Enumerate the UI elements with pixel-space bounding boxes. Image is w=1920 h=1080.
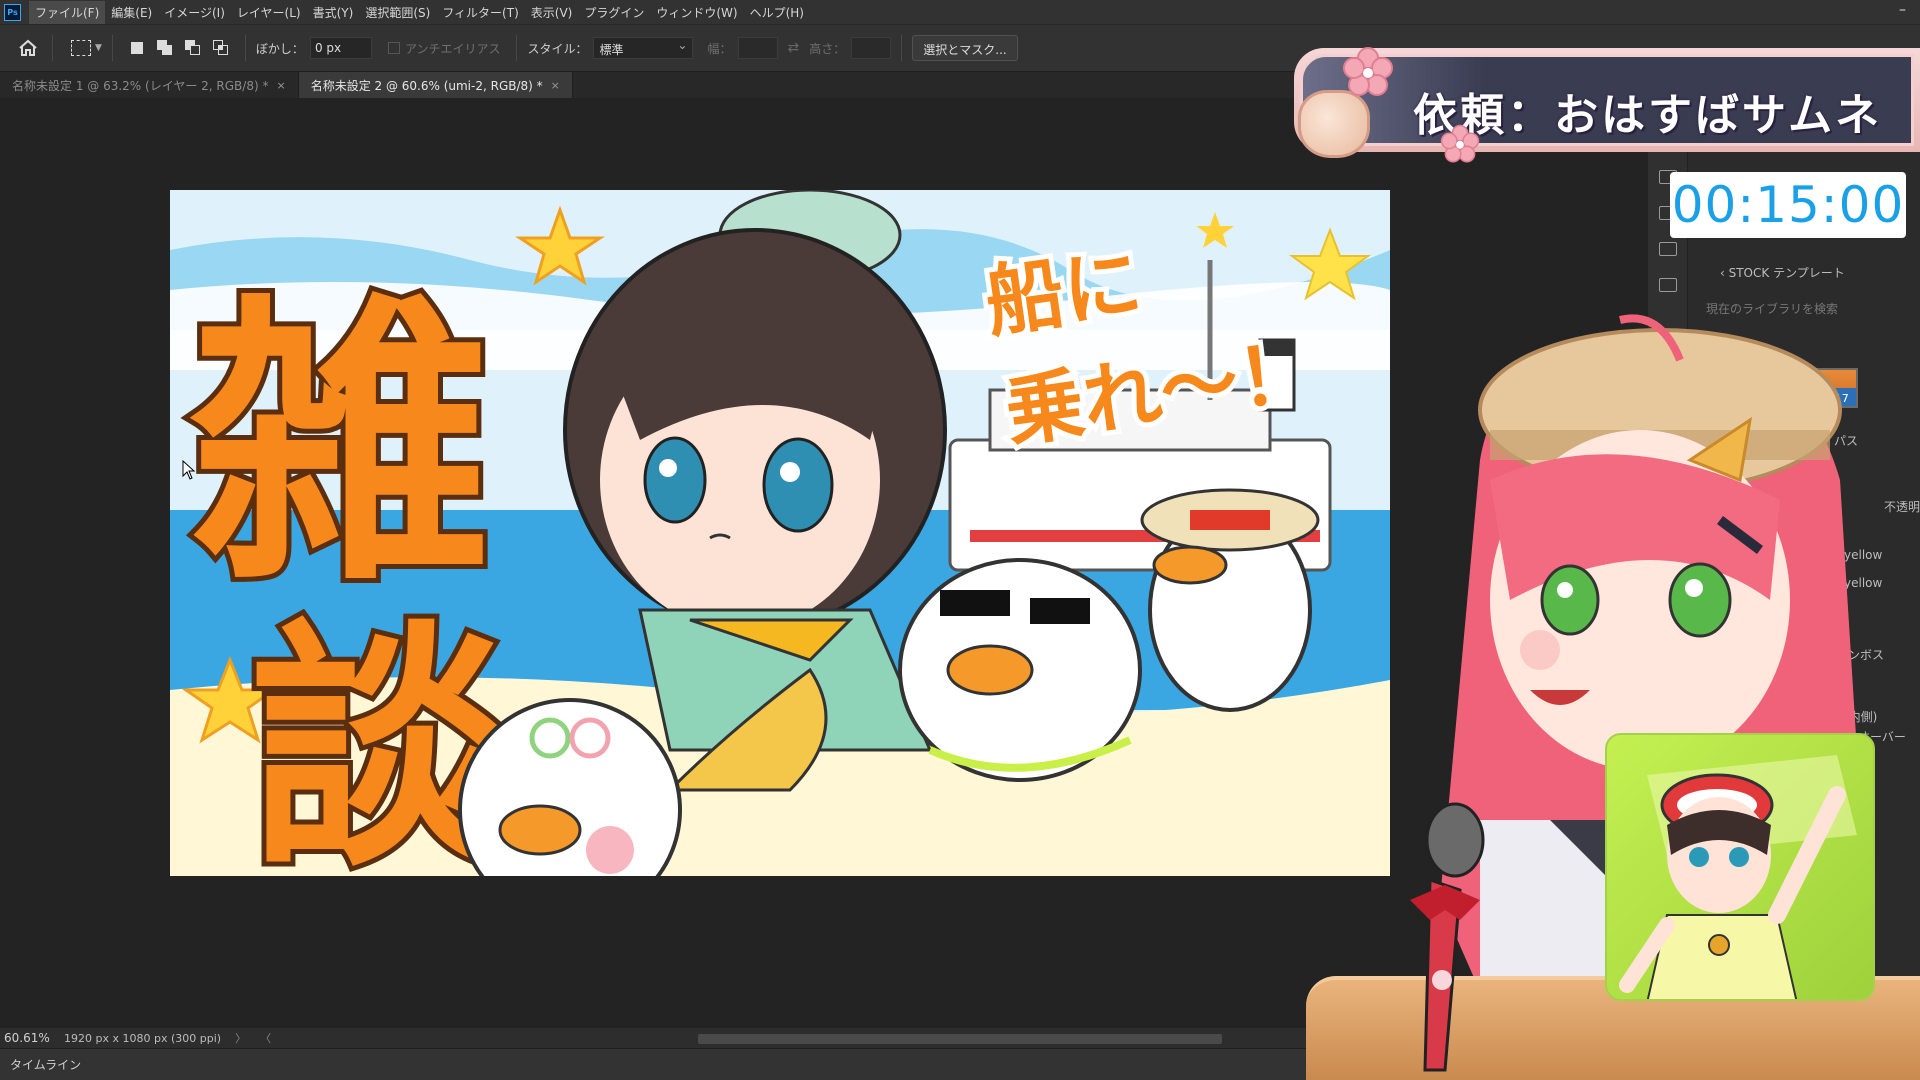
- width-input[interactable]: [737, 37, 778, 59]
- minimize-icon[interactable]: –: [1899, 2, 1906, 18]
- menu-bar: Ps ファイル(F) 編集(E) イメージ(I) レイヤー(L) 書式(Y) 選…: [0, 0, 1920, 24]
- height-label: 高さ：: [809, 41, 846, 56]
- subtract-selection-icon[interactable]: [184, 40, 201, 56]
- width-label: 幅：: [707, 41, 732, 56]
- home-icon[interactable]: [14, 34, 42, 62]
- timer-value: 00:15:00: [1671, 176, 1905, 234]
- separator: [244, 35, 246, 61]
- rectangular-marquee-icon[interactable]: [71, 40, 91, 56]
- svg-text:雑: 雑: [185, 272, 490, 621]
- tab-label: 名称未設定 1 @ 63.2% (レイヤー 2, RGB/8) *: [12, 78, 269, 93]
- libraries-icon[interactable]: [1658, 242, 1677, 256]
- mouse-cursor-icon: [182, 459, 196, 484]
- add-selection-icon[interactable]: [156, 40, 173, 56]
- antialias-label: アンチエイリアス: [404, 41, 501, 56]
- sakura-icon: [1440, 124, 1480, 168]
- chevron-right-icon[interactable]: 〉: [235, 1030, 246, 1046]
- stock-templates-link[interactable]: ‹ STOCK テンプレート: [1720, 264, 1845, 281]
- menu-layer[interactable]: レイヤー(L): [231, 1, 307, 24]
- document-canvas[interactable]: 雑 談 船に 乗れ〜！: [170, 190, 1390, 876]
- layers-icon[interactable]: [1658, 278, 1677, 292]
- menu-plugins[interactable]: プラグイン: [578, 1, 650, 24]
- countdown-timer: 00:15:00: [1670, 172, 1906, 238]
- photoshop-app-icon: Ps: [4, 3, 21, 21]
- style-label: スタイル：: [527, 41, 588, 56]
- antialias-checkbox[interactable]: [387, 42, 400, 54]
- separator: [111, 35, 113, 61]
- swap-icon[interactable]: ⇄: [788, 40, 800, 56]
- menu-type[interactable]: 書式(Y): [307, 1, 360, 24]
- menu-image[interactable]: イメージ(I): [158, 1, 231, 24]
- zoom-level[interactable]: 60.61%: [4, 1031, 64, 1045]
- menu-view[interactable]: 表示(V): [525, 1, 579, 24]
- tab-document-2[interactable]: 名称未設定 2 @ 60.6% (umi-2, RGB/8) * ×: [298, 72, 573, 98]
- chevron-down-icon[interactable]: ▼: [95, 43, 102, 53]
- tab-label: 名称未設定 2 @ 60.6% (umi-2, RGB/8) *: [310, 78, 543, 93]
- separator: [516, 35, 518, 61]
- menu-edit[interactable]: 編集(E): [105, 1, 158, 24]
- separator: [52, 35, 53, 61]
- sakura-icon: [1342, 46, 1394, 102]
- new-selection-icon[interactable]: [129, 40, 145, 56]
- menu-help[interactable]: ヘルプ(H): [744, 1, 810, 24]
- height-input[interactable]: [851, 37, 892, 59]
- tab-document-1[interactable]: 名称未設定 1 @ 63.2% (レイヤー 2, RGB/8) * ×: [0, 72, 299, 98]
- menu-select[interactable]: 選択範囲(S): [359, 1, 436, 24]
- menu-window[interactable]: ウィンドウ(W): [650, 1, 743, 24]
- close-icon[interactable]: ×: [551, 79, 560, 92]
- separator: [901, 35, 903, 61]
- feather-label: ぼかし：: [255, 41, 304, 56]
- menu-file[interactable]: ファイル(F): [29, 0, 106, 24]
- intersect-selection-icon[interactable]: [212, 40, 229, 56]
- timeline-tab[interactable]: タイムライン: [10, 1056, 81, 1073]
- subaru-avatar-card: [1605, 733, 1875, 1001]
- thumbnail-artwork: 雑 談 船に 乗れ〜！: [170, 190, 1390, 876]
- document-size-info: 1920 px x 1080 px (300 ppi): [64, 1031, 222, 1045]
- stream-title: 依頼：おはすばサムネ: [1413, 90, 1883, 141]
- close-icon[interactable]: ×: [276, 79, 285, 92]
- menu-filter[interactable]: フィルター(T): [436, 1, 524, 24]
- select-and-mask-button[interactable]: 選択とマスク...: [912, 35, 1018, 61]
- style-select[interactable]: 標準: [593, 37, 694, 59]
- chevron-left-icon[interactable]: 〈: [260, 1030, 271, 1046]
- microphone-icon: [1400, 800, 1490, 1080]
- horizontal-scrollbar[interactable]: [698, 1034, 1222, 1044]
- feather-input[interactable]: 0 px: [309, 37, 372, 59]
